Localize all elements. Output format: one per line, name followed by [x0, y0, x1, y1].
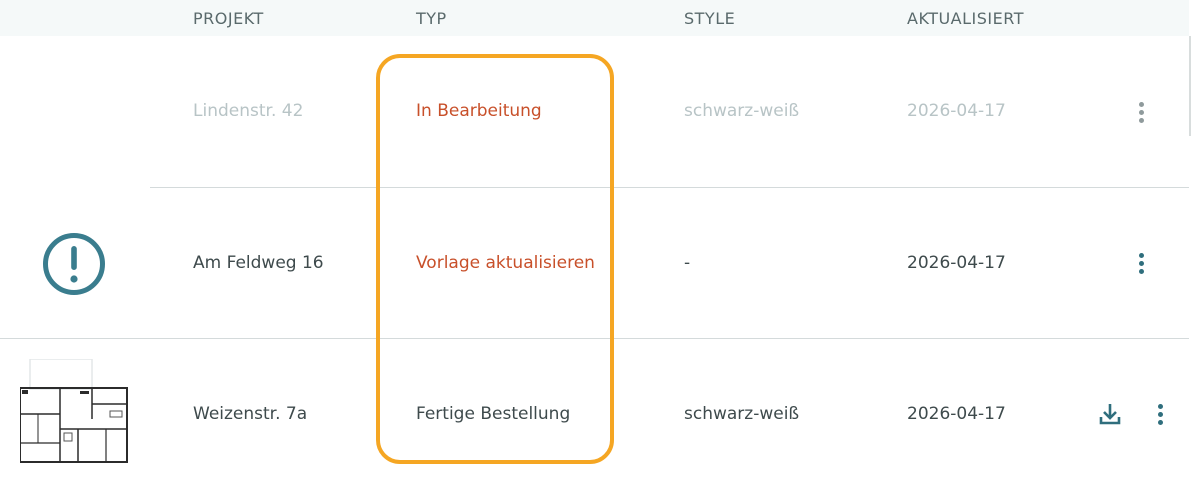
column-header-aktualisiert[interactable]: AKTUALISIERT: [907, 9, 1024, 28]
column-header-typ[interactable]: TYP: [416, 9, 447, 28]
updated-date: 2026-04-17: [907, 404, 1006, 424]
table-header: PROJEKT TYP STYLE AKTUALISIERT: [0, 0, 1189, 36]
type-status: Fertige Bestellung: [416, 404, 571, 424]
more-options-icon[interactable]: [1131, 250, 1151, 276]
table-row[interactable]: Lindenstr. 42 In Bearbeitung schwarz-wei…: [0, 36, 1189, 187]
style-value: schwarz-weiß: [684, 101, 800, 121]
project-name: Lindenstr. 42: [193, 101, 304, 121]
updated-date: 2026-04-17: [907, 253, 1006, 273]
style-value: -: [684, 253, 691, 273]
floorplan-thumbnail[interactable]: [20, 359, 128, 465]
project-name: Weizenstr. 7a: [193, 404, 308, 424]
updated-date: 2026-04-17: [907, 101, 1006, 121]
more-options-icon[interactable]: [1150, 401, 1170, 427]
column-header-style[interactable]: STYLE: [684, 9, 735, 28]
table-row[interactable]: Weizenstr. 7a Fertige Bestellung schwarz…: [0, 339, 1189, 483]
column-header-projekt[interactable]: PROJEKT: [193, 9, 264, 28]
exclamation-circle-icon: [43, 233, 105, 295]
type-status: Vorlage aktualisieren: [416, 253, 595, 273]
table-row[interactable]: Am Feldweg 16 Vorlage aktualisieren - 20…: [0, 188, 1189, 338]
type-status: In Bearbeitung: [416, 101, 542, 121]
project-name: Am Feldweg 16: [193, 253, 324, 273]
more-options-icon[interactable]: [1131, 99, 1151, 125]
download-icon[interactable]: [1099, 402, 1121, 426]
style-value: schwarz-weiß: [684, 404, 800, 424]
